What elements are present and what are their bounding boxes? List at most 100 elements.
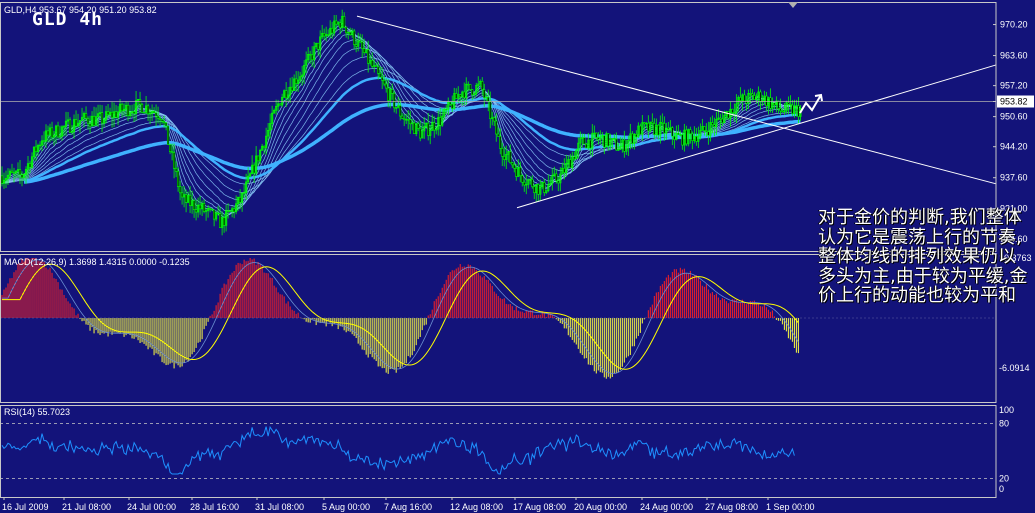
candle-body (781, 110, 784, 113)
rsi-tick-label: 0 (999, 484, 1004, 494)
candle-body (569, 159, 572, 168)
candle-body (613, 138, 616, 140)
candle-body (639, 125, 642, 135)
candle-body (515, 168, 518, 177)
candle-body (84, 113, 88, 119)
candle-body (172, 152, 176, 169)
candle-body (239, 196, 242, 203)
candle-body (631, 133, 634, 144)
candle-body (158, 117, 162, 120)
candle-body (445, 108, 448, 111)
macd-panel (0, 258, 996, 379)
candle-body (749, 93, 752, 95)
candle-body (198, 204, 202, 210)
time-tick-label: 24 Jul 00:00 (127, 502, 176, 512)
candle-body (0, 175, 4, 184)
candle-body (34, 146, 38, 153)
candle-body (779, 108, 782, 112)
candle-body (140, 103, 144, 113)
candle-body (74, 119, 78, 127)
candle-body (263, 145, 266, 148)
candle-body (92, 115, 96, 126)
candle-body (463, 91, 466, 99)
candle-body (227, 210, 230, 212)
candle-body (653, 123, 656, 135)
candle-body (433, 122, 436, 131)
price-tick-label: 931.00 (1000, 204, 1028, 214)
candle-body (509, 151, 512, 164)
candle-body (371, 59, 374, 67)
time-tick-label: 7 Aug 16:00 (384, 502, 432, 512)
candle-body (705, 130, 708, 132)
candle-body (180, 192, 184, 198)
candle-body (489, 101, 492, 119)
ma-ribbon-line-5 (1, 22, 801, 221)
candle-body (417, 123, 420, 129)
price-tick-label: 924.60 (1000, 234, 1028, 244)
candle-body (367, 49, 370, 64)
candle-body (349, 32, 352, 36)
candle-body (499, 136, 502, 149)
candle-body (557, 180, 560, 184)
candle-body (691, 133, 694, 141)
candle-body (20, 174, 24, 178)
candle-body (791, 104, 794, 115)
time-tick-label: 28 Jul 16:00 (190, 502, 239, 512)
ma-ribbon-line-55 (1, 68, 801, 185)
candle-body (483, 89, 486, 99)
candle-body (219, 213, 222, 228)
candle-body (413, 122, 416, 135)
candle-body (651, 121, 654, 124)
candle-body (753, 95, 756, 100)
candle-body (194, 209, 198, 213)
candle-body (521, 175, 524, 183)
candle-body (383, 80, 386, 85)
ma-ribbon-line-40 (1, 56, 801, 193)
ma-ribbon-line-22 (1, 39, 801, 207)
candle-body (42, 140, 46, 142)
candle-body (100, 112, 104, 124)
candle-body (513, 164, 516, 169)
candle-body (152, 111, 156, 114)
candle-body (603, 135, 606, 148)
candle-body (657, 124, 660, 136)
candle-body (773, 102, 776, 106)
candle-body (403, 118, 406, 120)
ma-ribbon-line-12 (1, 29, 801, 215)
candle-body (233, 208, 236, 213)
candle-body (695, 136, 698, 142)
candle-body (213, 209, 216, 220)
candle-body (607, 133, 610, 147)
candle-body (10, 170, 14, 174)
candle-body (495, 120, 498, 135)
candle-body (595, 132, 598, 138)
candle-body (467, 83, 470, 86)
candle-body (797, 105, 800, 117)
candle-body (789, 104, 792, 106)
candle-body (743, 94, 746, 102)
price-panel (0, 9, 997, 236)
candle-body (142, 112, 146, 114)
candle-body (68, 119, 72, 133)
rsi-tick-label: 100 (999, 405, 1014, 415)
candle-body (647, 122, 650, 132)
candle-body (583, 137, 586, 145)
candle-body (176, 170, 180, 187)
candle-body (727, 111, 730, 119)
candle-body (12, 172, 16, 174)
rsi-line (1, 425, 795, 475)
candle-body (455, 93, 458, 99)
macd-tick-label: 10.3763 (999, 253, 1032, 263)
time-tick-label: 24 Aug 00:00 (640, 502, 693, 512)
price-tick-label: 957.20 (1000, 81, 1028, 91)
candle-body (18, 169, 22, 175)
candle-body (451, 103, 454, 109)
candle-body (623, 139, 626, 152)
price-tick-label: 950.60 (1000, 112, 1028, 122)
candle-body (291, 86, 294, 92)
candle-body (50, 127, 54, 138)
candle-body (391, 89, 394, 94)
candle-body (713, 124, 716, 127)
candle-body (497, 133, 500, 137)
axis-labels: 970.20 963.60 957.20 953.82 950.60 944.20 937.… (2, 2, 1034, 512)
